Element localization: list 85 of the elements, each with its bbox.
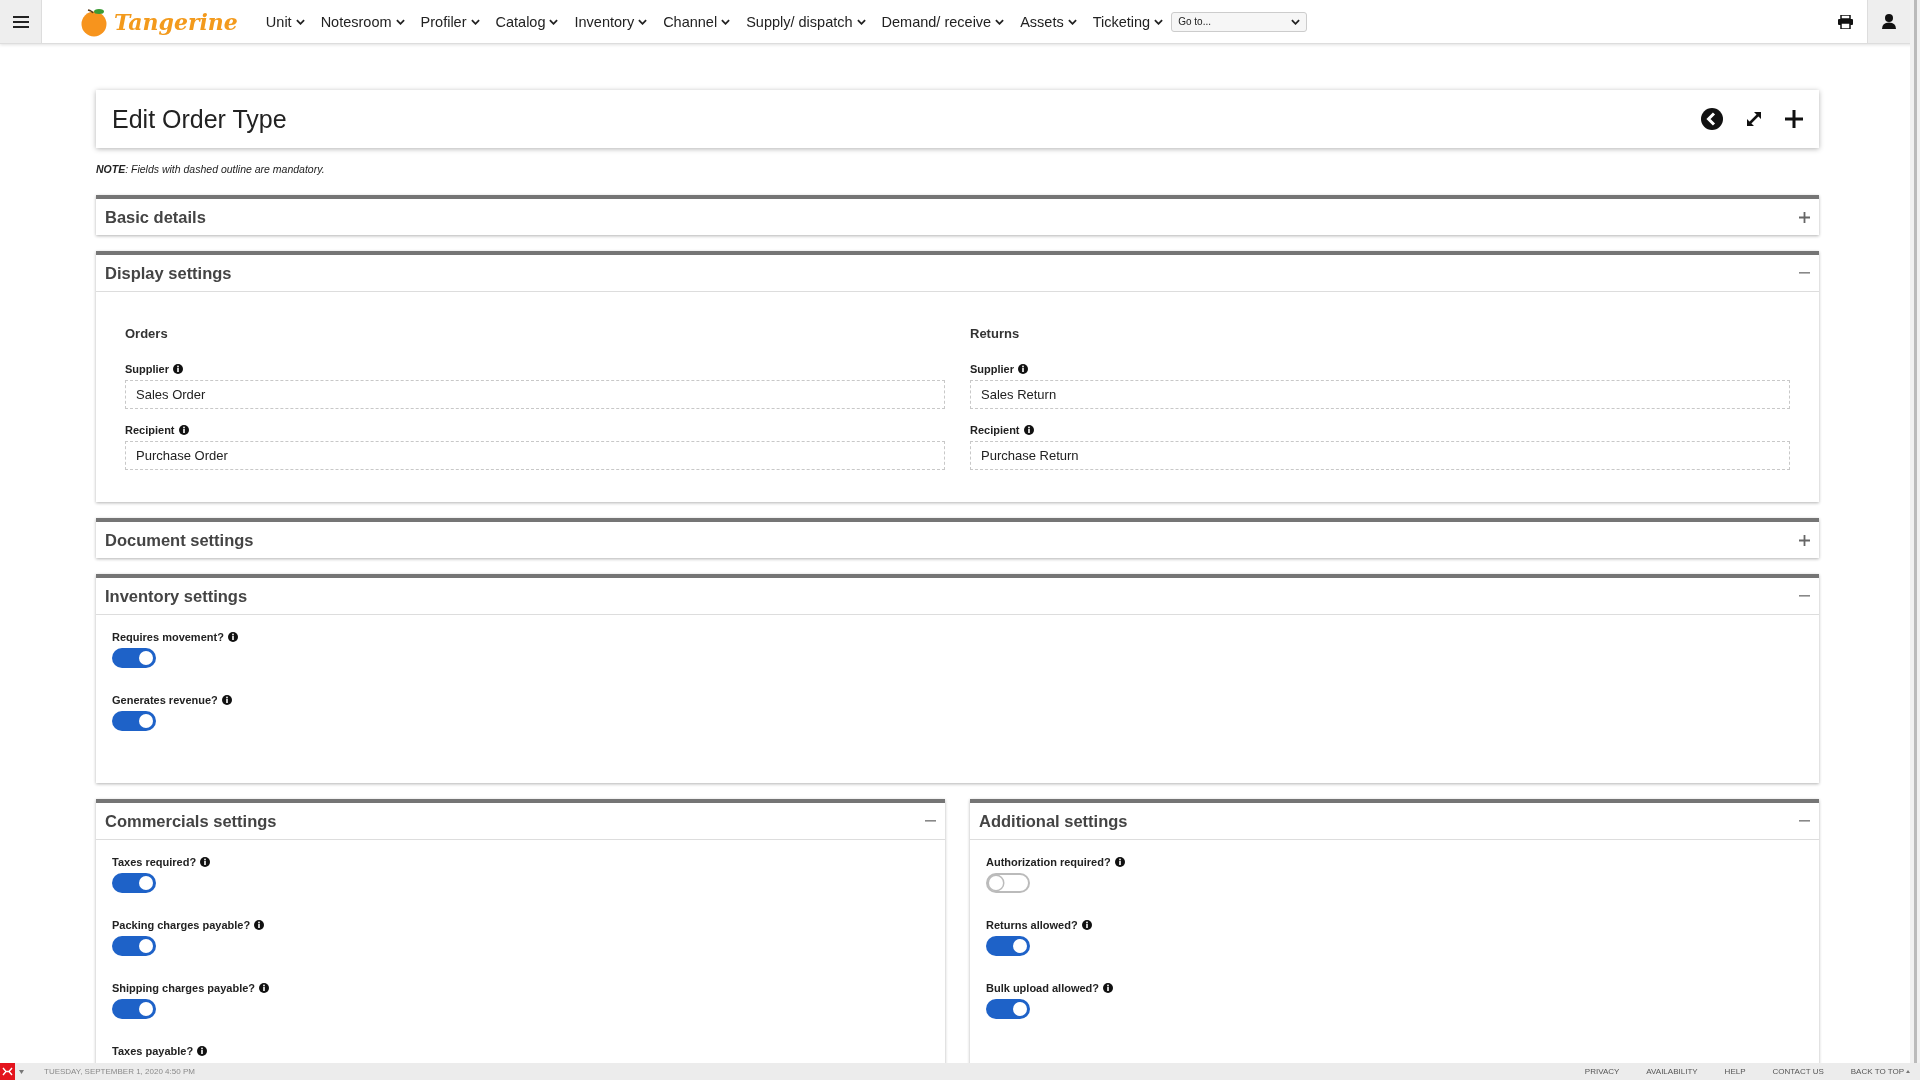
nav-menu[interactable]: Channel xyxy=(663,13,731,30)
logo-icon[interactable] xyxy=(0,1063,15,1080)
back-icon[interactable] xyxy=(1701,108,1723,130)
toggle-switch[interactable] xyxy=(986,936,1030,956)
nav-menu[interactable]: Ticketing xyxy=(1092,13,1164,30)
field-label: Packing charges payable? xyxy=(112,919,251,931)
toggle-switch[interactable] xyxy=(112,648,156,668)
nav-menu[interactable]: Supply/ dispatch xyxy=(746,13,866,30)
nav-menu[interactable]: Inventory xyxy=(574,13,648,30)
field-label: Supplier xyxy=(970,363,1014,375)
chevron-down-icon xyxy=(295,18,305,25)
printer-icon[interactable] xyxy=(1838,14,1853,29)
field-label: Generates revenue? xyxy=(112,694,218,706)
text-field[interactable]: Purchase Return xyxy=(970,441,1790,470)
nav-menu[interactable]: Profiler xyxy=(420,13,480,30)
nav-menu[interactable]: Unit xyxy=(265,13,305,30)
text-field[interactable]: Sales Order xyxy=(125,380,945,409)
footer-link[interactable]: CONTACT US xyxy=(1772,1067,1824,1076)
chevron-down-icon xyxy=(1067,18,1077,25)
toggle-switch[interactable] xyxy=(986,873,1030,893)
panel-title[interactable]: Inventory settings xyxy=(105,586,1799,606)
panel-title[interactable]: Basic details xyxy=(105,207,1799,227)
field-label: Taxes payable? xyxy=(112,1045,194,1057)
chevron-down-icon xyxy=(1154,18,1164,25)
toggle-switch[interactable] xyxy=(112,999,156,1019)
info-icon[interactable] xyxy=(259,982,270,993)
info-icon[interactable] xyxy=(178,424,189,435)
footer-link[interactable]: PRIVACY xyxy=(1584,1067,1620,1076)
field-label: Bulk upload allowed? xyxy=(986,982,1100,994)
footer-link[interactable]: AVAILABILITY xyxy=(1646,1067,1698,1076)
footer-link[interactable]: BACK TO TOP xyxy=(1850,1067,1904,1076)
field-label: Shipping charges payable? xyxy=(112,982,256,994)
info-icon[interactable] xyxy=(1018,363,1028,374)
info-icon[interactable] xyxy=(1103,982,1114,993)
nav-menu[interactable]: Assets xyxy=(1020,13,1077,30)
page-title: Edit Order Type xyxy=(112,104,288,134)
field-label: Recipient xyxy=(125,424,175,436)
chevron-down-icon xyxy=(638,18,648,25)
column-heading: Returns xyxy=(970,326,1021,341)
text-field[interactable]: Purchase Order xyxy=(125,441,945,470)
info-icon[interactable] xyxy=(221,694,232,705)
toggle-switch[interactable] xyxy=(986,999,1030,1019)
date-time: TUESDAY, SEPTEMBER 1, 2020 4:50 PM xyxy=(44,1067,195,1076)
menu-icon[interactable] xyxy=(0,0,42,43)
nav-menu[interactable]: Notesroom xyxy=(320,13,405,30)
info-icon[interactable] xyxy=(227,631,238,642)
mandatory-note: NOTE: Fields with dashed outline are mandatory. xyxy=(96,163,326,175)
panel-title[interactable]: Commercials settings xyxy=(105,811,925,831)
toggle-switch[interactable] xyxy=(112,711,156,731)
field-label: Recipient xyxy=(970,424,1020,436)
info-icon[interactable] xyxy=(200,856,211,867)
user-icon[interactable] xyxy=(1882,14,1896,29)
info-icon[interactable] xyxy=(1081,919,1092,930)
field-label: Returns allowed? xyxy=(986,919,1078,931)
field-label: Authorization required? xyxy=(986,856,1111,868)
panel-title[interactable]: Additional settings xyxy=(979,811,1799,831)
chevron-down-icon xyxy=(1291,18,1301,25)
info-icon[interactable] xyxy=(1023,424,1034,435)
info-icon[interactable] xyxy=(197,1045,208,1056)
column-heading: Orders xyxy=(125,326,169,341)
panel-title[interactable]: Display settings xyxy=(105,263,1799,283)
info-icon[interactable] xyxy=(254,919,265,930)
info-icon[interactable] xyxy=(1114,856,1125,867)
info-icon[interactable] xyxy=(173,363,183,374)
field-label: Taxes required? xyxy=(112,856,197,868)
toggle-switch[interactable] xyxy=(112,936,156,956)
text-field[interactable]: Sales Return xyxy=(970,380,1790,409)
nav-menu[interactable]: Demand/ receive xyxy=(881,13,1005,30)
caret-up-icon xyxy=(1906,1070,1910,1073)
expand-icon[interactable] xyxy=(1745,110,1763,128)
panel-title[interactable]: Document settings xyxy=(105,530,1799,550)
chevron-down-icon xyxy=(549,18,559,25)
field-label: Supplier xyxy=(125,363,169,375)
chevron-down-icon xyxy=(395,18,405,25)
toggle-switch[interactable] xyxy=(112,873,156,893)
field-label: Requires movement? xyxy=(112,631,224,643)
caret-down-icon[interactable] xyxy=(19,1069,24,1074)
footer-link[interactable]: HELP xyxy=(1724,1067,1746,1076)
chevron-down-icon xyxy=(995,18,1005,25)
goto-dropdown[interactable]: Go to... xyxy=(1171,11,1308,32)
chevron-down-icon xyxy=(470,18,480,25)
plus-icon[interactable] xyxy=(1785,110,1803,128)
chevron-down-icon xyxy=(856,18,866,25)
chevron-down-icon xyxy=(721,18,731,25)
nav-menu[interactable]: Catalog xyxy=(495,13,559,30)
